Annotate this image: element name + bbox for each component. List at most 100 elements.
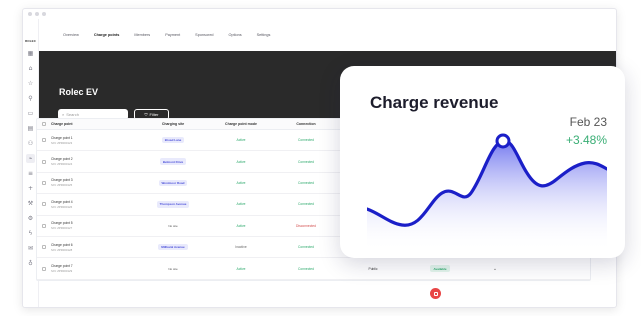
window-minimize-dot[interactable] [35,12,39,16]
page-title: Rolec EV [59,87,99,97]
select-all-checkbox[interactable] [42,122,46,126]
charge-point-name: Charge point 5 [51,221,73,226]
access-cell: Public [368,266,378,271]
charging-site-none: No site [168,223,178,228]
plug-icon[interactable]: ⌁ [26,154,35,163]
nav-sponsored[interactable]: Sponsored [195,33,213,37]
mode-cell: Active [236,180,246,185]
charge-point-cell[interactable]: Charge point 2 S/N: ZPR000124 [51,157,135,166]
charge-point-cell[interactable]: Charge point 3 S/N: ZPR000125 [51,178,135,187]
charge-point-serial: S/N: ZPR000126 [51,204,73,209]
filter-icon: ⛉ [144,112,148,117]
charge-point-name: Charge point 2 [51,157,73,162]
wrench-icon[interactable]: ⚒ [26,199,35,208]
charging-site-pill[interactable]: Belmont Drive [159,158,187,165]
table-row[interactable]: Charge point 7 S/N: ZPR000129 No site Activ… [37,258,590,280]
window-titlebar [23,9,616,19]
charging-site-cell: No site [135,224,211,228]
charge-point-serial: S/N: ZPR000127 [51,226,73,231]
status-cell: Available [405,265,475,272]
users-icon[interactable]: ⚇ [26,139,35,148]
charging-site-cell: Thompson Avenue [135,201,211,208]
row-checkbox[interactable] [42,138,46,143]
row-checkbox[interactable] [42,223,46,228]
search-icon: ⌕ [62,112,65,117]
brand-logo: ROLEC [25,39,36,43]
charge-point-serial: S/N: ZPR000124 [51,162,73,167]
home-icon[interactable]: ⌂ [26,64,35,73]
charge-point-serial: S/N: ZPR000123 [51,140,73,145]
list-icon[interactable]: ≡ [26,169,35,178]
row-checkbox[interactable] [42,266,46,271]
top-navigation: Overview Charge points Members Payment S… [39,19,616,51]
charge-point-serial: S/N: ZPR000125 [51,183,73,188]
charging-site-cell: Broad Lane [135,137,211,144]
doc-icon[interactable]: ▤ [26,124,35,133]
chat-icon[interactable]: ✉ [26,244,35,253]
card-icon[interactable]: ▭ [26,109,35,118]
revenue-marker[interactable] [495,133,511,149]
row-checkbox[interactable] [42,245,46,250]
charge-point-name: Charge point 7 [51,264,73,269]
revenue-sparkline [367,133,607,251]
mode-cell: Active [236,266,246,271]
nav-members[interactable]: Members [134,33,150,37]
charging-site-pill[interactable]: Broad Lane [161,137,185,144]
charging-site-pill[interactable]: Millbank Avenue [158,243,188,251]
column-charge-point[interactable]: Charge point [51,122,135,126]
mode-cell: Active [236,138,246,143]
charge-point-cell[interactable]: Charge point 6 S/N: ZPR000128 [51,243,135,252]
nav-options[interactable]: Options [229,33,242,37]
chevron-down-icon[interactable]: ⌄ [475,266,515,272]
column-connection[interactable]: Connection [271,122,341,126]
connection-cell: Connected [298,245,314,250]
mode-cell: Active [236,223,246,228]
connection-cell: Connected [298,138,314,143]
connection-cell: Connected [298,202,314,207]
charge-point-cell[interactable]: Charge point 7 S/N: ZPR000129 [51,264,135,273]
revenue-card: Charge revenue Feb 23 +3.48% [340,66,625,258]
charging-site-none: No site [168,266,178,271]
nav-payment[interactable]: Payment [165,33,180,37]
column-charging-site[interactable]: Charging site [135,122,211,126]
charging-site-cell: Millbank Avenue [135,243,211,251]
charge-point-cell[interactable]: Charge point 1 S/N: ZPR000123 [51,136,135,145]
nav-settings[interactable]: Settings [257,33,271,37]
lightning-icon[interactable]: ϟ [26,229,35,238]
nav-overview[interactable]: Overview [63,33,79,37]
revenue-title: Charge revenue [370,93,499,112]
bulb-icon[interactable]: ♁ [26,259,35,268]
charging-site-pill[interactable]: Westmoor Road [158,179,188,187]
charge-point-cell[interactable]: Charge point 5 S/N: ZPR000127 [51,221,135,230]
row-checkbox[interactable] [42,159,46,164]
nav-charge-points[interactable]: Charge points [94,33,120,37]
connection-cell: Connected [298,159,314,164]
charging-site-cell: Westmoor Road [135,179,211,187]
mode-cell: Active [236,159,246,164]
window-maximize-dot[interactable] [42,12,46,16]
chat-icon-fab [433,291,438,296]
charge-point-serial: S/N: ZPR000129 [51,269,73,274]
column-mode[interactable]: Charge point mode [211,122,271,126]
charge-point-name: Charge point 6 [51,242,73,247]
plus-icon[interactable]: + [26,184,35,193]
status-badge: Available [430,265,450,272]
charging-site-cell: No site [135,267,211,271]
charge-point-cell[interactable]: Charge point 4 S/N: ZPR000126 [51,200,135,209]
pin-icon[interactable]: ⚲ [26,94,35,103]
window-close-dot[interactable] [28,12,32,16]
connection-cell: Connected [298,266,314,271]
chat-support-button[interactable] [430,288,441,299]
grid-icon[interactable]: ▦ [26,49,35,58]
connection-cell: Connected [298,180,314,185]
charge-point-name: Charge point 4 [51,199,73,204]
charge-point-serial: S/N: ZPR000128 [51,247,73,252]
search-placeholder: Search [66,112,79,117]
row-checkbox[interactable] [42,180,46,185]
charging-site-pill[interactable]: Thompson Avenue [156,201,190,208]
star-icon[interactable]: ☆ [26,79,35,88]
mode-cell: Active [236,202,246,207]
filter-label: Filter [149,112,159,117]
gear-icon[interactable]: ⚙ [26,214,35,223]
row-checkbox[interactable] [42,202,46,207]
